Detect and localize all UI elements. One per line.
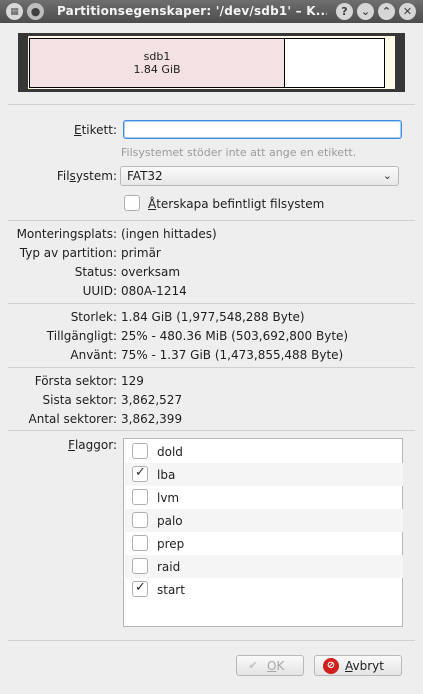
flag-label-raid: raid <box>157 560 181 574</box>
flag-row-palo[interactable]: palo <box>125 509 403 532</box>
partition-type-value: primär <box>121 246 161 260</box>
flag-row-lvm[interactable]: lvm <box>125 486 403 509</box>
flag-label-lvm: lvm <box>157 491 180 505</box>
label-input[interactable] <box>123 120 402 139</box>
title-bar[interactable]: ▦ ● Partitionsegenskaper: '/dev/sdb1' – … <box>0 0 423 23</box>
mount-point-label: Monteringsplats: <box>16 227 117 241</box>
divider <box>8 430 415 431</box>
flag-row-lba[interactable]: ✓ lba <box>125 463 403 486</box>
ok-button[interactable]: ✔ OK <box>236 655 304 676</box>
divider <box>8 367 415 368</box>
checkmark-icon: ✓ <box>135 580 146 595</box>
flag-checkbox-lba[interactable]: ✓ <box>132 465 148 482</box>
label-hint: Filsystemet stöder inte att ange en etik… <box>121 146 357 159</box>
first-sector-value: 129 <box>121 374 144 388</box>
checkmark-icon: ✔ <box>248 658 258 672</box>
flag-label-start: start <box>157 583 185 597</box>
sector-count-label: Antal sektorer: <box>28 412 117 426</box>
divider <box>8 303 415 304</box>
partition-type-label: Typ av partition: <box>19 246 117 260</box>
uuid-label: UUID: <box>82 284 117 298</box>
available-label: Tillgängligt: <box>46 329 117 343</box>
cancel-button[interactable]: ⊘ Avbryt <box>314 655 402 676</box>
size-label: Storlek: <box>70 310 117 324</box>
uuid-value: 080A-1214 <box>121 284 187 298</box>
partition-size: 1.84 GiB <box>133 63 181 76</box>
flag-checkbox-palo[interactable] <box>132 512 148 528</box>
label-field-label: Etikett: <box>74 123 117 137</box>
mount-point-value: (ingen hittades) <box>121 227 217 241</box>
maximize-icon[interactable]: ⌃ <box>378 3 395 20</box>
flags-label: Flaggor: <box>68 438 117 452</box>
cancel-button-label: Avbryt <box>345 658 384 673</box>
used-value: 75% - 1.37 GiB (1,473,855,488 Byte) <box>121 348 344 362</box>
divider <box>8 640 415 641</box>
size-value: 1.84 GiB (1,977,548,288 Byte) <box>121 310 305 324</box>
help-icon[interactable]: ? <box>336 3 353 20</box>
flag-checkbox-lvm[interactable] <box>132 489 148 505</box>
flag-label-dold: dold <box>157 445 183 459</box>
flag-checkbox-raid[interactable] <box>132 558 148 574</box>
flag-label-lba: lba <box>157 468 176 482</box>
last-sector-label: Sista sektor: <box>42 393 117 407</box>
flag-label-prep: prep <box>157 537 185 551</box>
filesystem-value: FAT32 <box>127 169 163 183</box>
first-sector-label: Första sektor: <box>34 374 117 388</box>
unallocated-block <box>285 38 385 88</box>
flag-row-dold[interactable]: dold <box>125 440 403 463</box>
flag-label-palo: palo <box>157 514 183 528</box>
flag-row-raid[interactable]: raid <box>125 555 403 578</box>
flag-checkbox-prep[interactable] <box>132 535 148 551</box>
sector-count-value: 3,862,399 <box>121 412 183 426</box>
available-value: 25% - 480.36 MiB (503,692,800 Byte) <box>121 329 349 343</box>
used-label: Använt: <box>70 348 117 362</box>
status-value: overksam <box>121 265 181 279</box>
checkmark-icon: ✓ <box>135 465 146 480</box>
recreate-checkbox[interactable] <box>124 195 140 211</box>
flag-row-prep[interactable]: prep <box>125 532 403 555</box>
filesystem-select[interactable]: FAT32 ⌄ <box>120 166 399 186</box>
status-label: Status: <box>74 265 117 279</box>
chevron-down-icon: ⌄ <box>382 169 392 182</box>
cancel-icon: ⊘ <box>323 657 339 674</box>
window-menu-icon[interactable]: ● <box>27 3 44 20</box>
last-sector-value: 3,862,527 <box>121 393 183 407</box>
divider <box>8 220 415 221</box>
minimize-icon[interactable]: ⌄ <box>357 3 374 20</box>
flag-row-start[interactable]: ✓ start <box>125 578 403 601</box>
flags-list[interactable]: dold ✓ lba lvm palo prep raid ✓ start <box>123 438 403 627</box>
window-title: Partitionsegenskaper: '/dev/sdb1' – K... <box>57 4 327 18</box>
close-icon[interactable]: ✕ <box>399 3 416 20</box>
recreate-label[interactable]: Återskapa befintligt filsystem <box>148 197 324 211</box>
flag-checkbox-dold[interactable] <box>132 443 148 459</box>
filesystem-label: Filsystem: <box>56 169 117 183</box>
partition-name: sdb1 <box>143 50 171 63</box>
divider <box>8 104 415 105</box>
partition-block: sdb1 1.84 GiB <box>29 38 285 88</box>
ok-button-label: OK <box>267 658 285 673</box>
flag-checkbox-start[interactable]: ✓ <box>132 580 148 597</box>
app-icon[interactable]: ▦ <box>6 3 23 20</box>
